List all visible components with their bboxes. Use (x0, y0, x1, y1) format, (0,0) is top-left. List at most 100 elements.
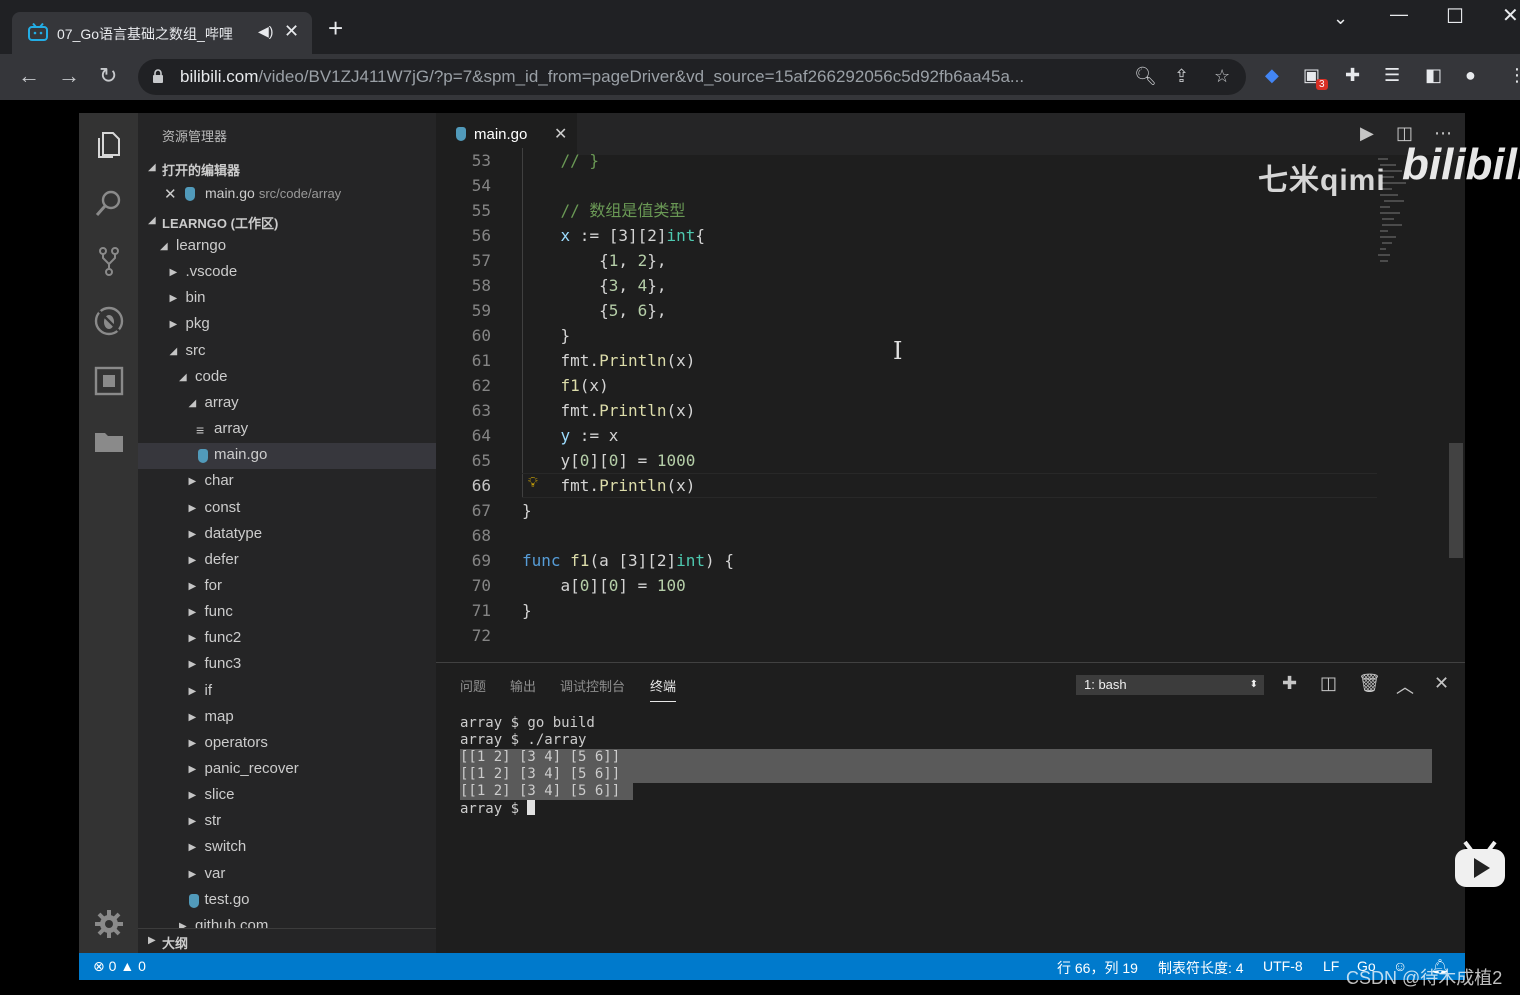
tree-item[interactable]: ▶ switch (138, 835, 436, 861)
bilibili-tv-icon (28, 23, 48, 41)
tree-item[interactable]: ▶ for (138, 574, 436, 600)
project-folder-icon[interactable] (93, 425, 125, 457)
collapse-arrow-icon: ◢ (148, 215, 156, 226)
zoom-icon[interactable]: 🔍︎ (1134, 66, 1157, 87)
tab-debug-console[interactable]: 调试控制台 (560, 676, 625, 695)
tree-item[interactable]: ◢ array (138, 391, 436, 417)
terminal-select[interactable]: 1: bash ⬍ (1076, 675, 1264, 695)
reload-icon[interactable]: ↻ (99, 64, 117, 88)
tree-item-label: src (185, 341, 206, 359)
tree-item[interactable]: ▶ func3 (138, 652, 436, 678)
video-play-icon[interactable] (1453, 840, 1507, 890)
new-tab-button[interactable]: + (328, 15, 343, 41)
uploader-watermark: 七米qimi (1258, 164, 1386, 197)
search-icon[interactable] (93, 187, 125, 219)
tab-problems[interactable]: 问题 (460, 676, 486, 695)
tree-item[interactable]: main.go (138, 443, 436, 470)
code-text: func f1(a [3][2]int) { (522, 551, 734, 570)
kill-terminal-trash-icon[interactable]: 🗑︎ (1358, 673, 1381, 694)
source-control-icon[interactable] (93, 245, 125, 277)
media-control-icon[interactable]: ☰ (1384, 65, 1400, 86)
encoding-status[interactable]: UTF-8 (1263, 958, 1303, 974)
error-icon: ⊗ (93, 958, 105, 974)
browser-tab[interactable]: 07_Go语言基础之数组_哔哩 ◀) ✕ (12, 12, 312, 54)
open-editors-section[interactable]: ◢ 打开的编辑器 (138, 155, 436, 181)
split-terminal-icon[interactable]: ◫ (1320, 673, 1337, 694)
eol-status[interactable]: LF (1323, 958, 1339, 974)
collapsed-arrow-icon: ▶ (169, 267, 178, 279)
go-file-icon (456, 127, 466, 141)
address-bar[interactable]: bilibili.com/video/BV1ZJ411W7jG/?p=7&spm… (138, 59, 1246, 95)
maximize-window-button[interactable]: ☐ (1446, 4, 1464, 29)
explorer-files-icon[interactable] (93, 129, 125, 161)
workspace-section[interactable]: ◢ LEARNGO (工作区) (138, 208, 436, 234)
line-number: 61 (471, 351, 491, 370)
close-window-button[interactable]: ✕ (1502, 3, 1519, 28)
audio-playing-icon[interactable]: ◀) (258, 23, 273, 40)
extension-shield-icon[interactable]: ◆ (1265, 65, 1279, 86)
collapsed-arrow-icon: ▶ (188, 502, 197, 514)
indentation-status[interactable]: 制表符长度: 4 (1158, 958, 1244, 978)
line-number: 62 (471, 376, 491, 395)
line-number: 55 (471, 201, 491, 220)
tree-item[interactable]: ▶ datatype (138, 522, 436, 548)
share-icon[interactable]: ⇪ (1174, 66, 1189, 87)
close-panel-icon[interactable]: ✕ (1434, 673, 1449, 694)
outline-section[interactable]: ▶ 大纲 (138, 928, 436, 953)
tree-item[interactable]: ▶ func2 (138, 626, 436, 652)
extensions-icon[interactable] (93, 365, 125, 397)
close-editor-icon[interactable]: ✕ (164, 185, 177, 203)
collapsed-arrow-icon: ▶ (188, 842, 197, 854)
tree-item[interactable]: ▶ map (138, 705, 436, 731)
tree-item[interactable]: ▶ slice (138, 783, 436, 809)
maximize-panel-chevron-icon[interactable]: ︿ (1396, 673, 1414, 699)
tab-terminal[interactable]: 终端 (650, 676, 677, 702)
browser-menu-icon[interactable]: ⋮ (1508, 65, 1520, 86)
url-text: bilibili.com/video/BV1ZJ411W7jG/?p=7&spm… (180, 67, 1025, 86)
settings-gear-icon[interactable] (93, 908, 125, 940)
editor-scrollbar[interactable] (1449, 443, 1463, 558)
tree-item[interactable]: ▶ str (138, 809, 436, 835)
tree-item[interactable]: ▶ pkg (138, 312, 436, 338)
tree-item[interactable]: ◢ src (138, 339, 436, 365)
close-tab-icon[interactable]: ✕ (554, 124, 567, 144)
tree-item-label: if (204, 681, 213, 699)
tree-item[interactable]: test.go (138, 888, 436, 914)
back-arrow-icon[interactable]: ← (18, 64, 40, 88)
side-panel-icon[interactable]: ◧ (1425, 65, 1442, 86)
cursor-position[interactable]: 行 66，列 19 (1057, 958, 1138, 978)
bookmark-star-icon[interactable]: ☆ (1214, 66, 1230, 87)
bottom-panel: 问题 输出 调试控制台 终端 1: bash ⬍ ✚ ◫ 🗑︎ ︿ ✕ arra… (436, 662, 1465, 953)
tree-item[interactable]: ▶ if (138, 679, 436, 705)
run-icon[interactable]: ▶ (1360, 123, 1374, 144)
minimize-window-button[interactable]: — (1390, 4, 1408, 25)
profile-avatar-icon[interactable]: ● (1465, 65, 1476, 86)
extensions-puzzle-icon[interactable]: ✚ (1345, 65, 1360, 86)
forward-arrow-icon[interactable]: → (58, 64, 80, 88)
tab-search-chevron-icon[interactable]: ⌄ (1333, 8, 1348, 29)
expanded-arrow-icon: ◢ (160, 241, 168, 252)
tree-item[interactable]: ▶ func (138, 600, 436, 626)
tree-item[interactable]: ▶ .vscode (138, 260, 436, 286)
problems-status[interactable]: ⊗ 0 ▲ 0 (93, 958, 146, 975)
tree-item-label: for (204, 576, 223, 594)
open-editor-item[interactable]: ✕ main.go src/code/array (138, 181, 436, 207)
debug-icon[interactable] (93, 305, 125, 337)
tree-item[interactable]: ▶ const (138, 496, 436, 522)
tree-item[interactable]: ≡ array (138, 417, 436, 443)
go-file-icon (188, 893, 199, 908)
tree-item[interactable]: ▶ panic_recover (138, 757, 436, 783)
new-terminal-icon[interactable]: ✚ (1282, 673, 1297, 694)
tree-item[interactable]: ▶ bin (138, 286, 436, 312)
terminal-line: array $ ./array (460, 732, 587, 748)
tree-item[interactable]: ◢ learngo (138, 234, 436, 260)
tree-item[interactable]: ◢ code (138, 365, 436, 391)
tree-item[interactable]: ▶ var (138, 862, 436, 888)
code-text: y[0][0] = 1000 (522, 451, 696, 470)
tree-item[interactable]: ▶ defer (138, 548, 436, 574)
tab-close-icon[interactable]: ✕ (284, 21, 299, 42)
tab-output[interactable]: 输出 (510, 676, 536, 695)
tree-item[interactable]: ▶ char (138, 469, 436, 495)
code-text: fmt.Println(x) (522, 401, 696, 420)
tree-item[interactable]: ▶ operators (138, 731, 436, 757)
